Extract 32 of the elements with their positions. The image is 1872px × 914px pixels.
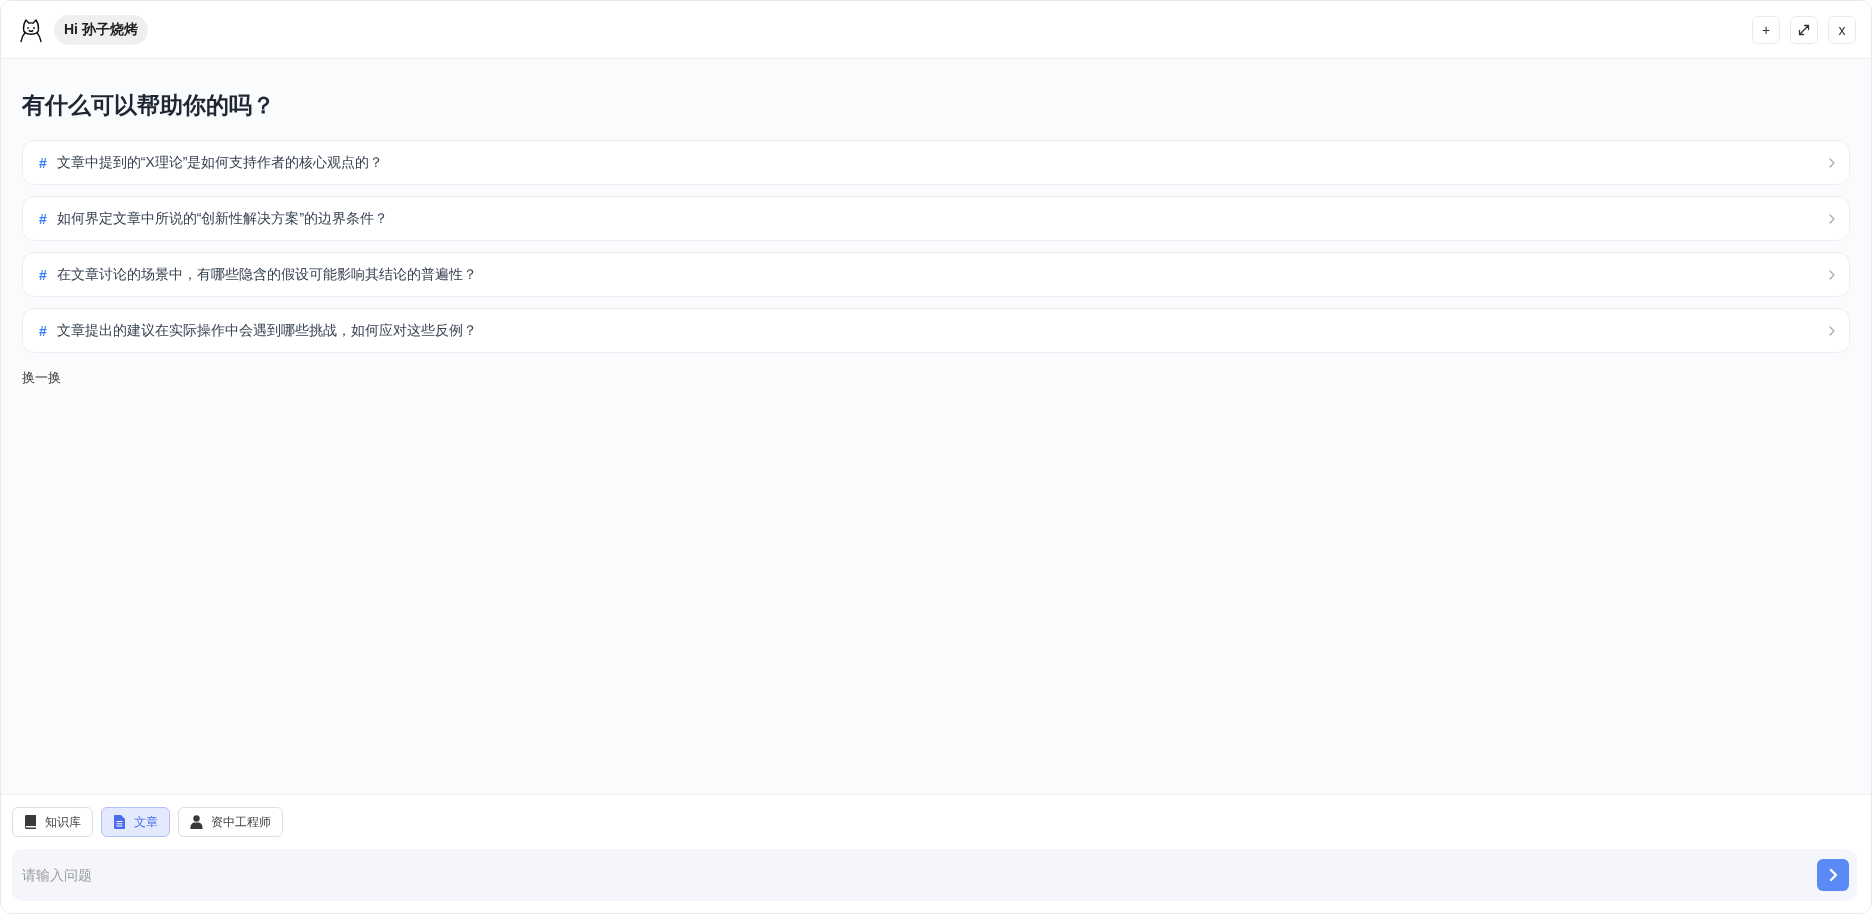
hash-marker: # <box>39 210 47 227</box>
chevron-right-icon <box>1829 269 1835 280</box>
source-tab[interactable]: 文章 <box>101 807 170 837</box>
hash-marker: # <box>39 322 47 339</box>
book-icon <box>24 815 37 829</box>
question-text: 文章中提到的“X理论”是如何支持作者的核心观点的？ <box>56 153 385 172</box>
add-button[interactable]: + <box>1752 15 1780 44</box>
expand-button[interactable] <box>1790 15 1818 44</box>
suggested-question[interactable]: # 文章中提到的“X理论”是如何支持作者的核心观点的？ <box>22 140 1850 185</box>
welcome-title: 有什么可以帮助你的吗？ <box>22 91 276 120</box>
suggested-question[interactable]: # 如何界定文章中所说的“创新性解决方案”的边界条件？ <box>22 196 1850 241</box>
suggested-question[interactable]: # 文章提出的建议在实际操作中会遇到哪些挑战，如何应对这些反例？ <box>22 308 1850 353</box>
send-button[interactable] <box>1817 859 1849 891</box>
question-text: 文章提出的建议在实际操作中会遇到哪些挑战，如何应对这些反例？ <box>56 321 478 340</box>
hash-marker: # <box>39 266 47 283</box>
person-icon <box>190 815 203 829</box>
source-tab[interactable]: 知识库 <box>12 807 93 837</box>
question-input[interactable]: 请输入问题 <box>12 849 1857 901</box>
shuffle-button[interactable]: 换一换 <box>22 368 61 388</box>
hash-marker: # <box>39 154 47 171</box>
question-text: 如何界定文章中所说的“创新性解决方案”的边界条件？ <box>56 209 390 228</box>
question-text: 在文章讨论的场景中，有哪些隐含的假设可能影响其结论的普遍性？ <box>56 265 478 284</box>
suggested-question[interactable]: # 在文章讨论的场景中，有哪些隐含的假设可能影响其结论的普遍性？ <box>22 252 1850 297</box>
greeting-label: Hi 孙子烧烤 <box>54 14 148 45</box>
chevron-right-icon <box>1829 157 1835 168</box>
source-tab[interactable]: 资中工程师 <box>178 807 283 837</box>
chevron-right-icon <box>1829 213 1835 224</box>
chevron-right-icon <box>1828 868 1838 882</box>
expand-icon <box>1798 23 1810 36</box>
close-button[interactable]: x <box>1828 15 1856 44</box>
document-icon <box>113 815 126 829</box>
chevron-right-icon <box>1829 325 1835 336</box>
